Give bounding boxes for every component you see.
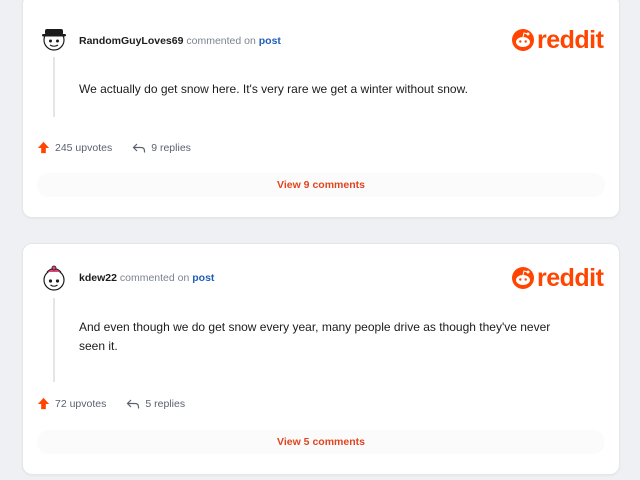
- upvote-arrow-icon: [37, 397, 50, 410]
- upvote-button[interactable]: 72 upvotes: [37, 397, 106, 410]
- comment-body: We actually do get snow here. It's very …: [79, 82, 468, 96]
- upvote-count: 245 upvotes: [55, 141, 113, 154]
- thread-line: [53, 298, 55, 382]
- reply-count: 5 replies: [145, 397, 186, 410]
- reddit-wordmark: reddit: [537, 25, 604, 54]
- upvote-arrow-icon: [37, 141, 50, 154]
- upvote-count: 72 upvotes: [55, 397, 107, 410]
- comment-body: And even though we do get snow every yea…: [79, 320, 551, 353]
- comment-card: RandomGuyLoves69 commented on post reddi…: [22, 0, 620, 218]
- reddit-logo: reddit: [511, 25, 609, 55]
- comment-header: kdew22 commented on post: [79, 272, 214, 284]
- reddit-logo: reddit: [511, 263, 609, 293]
- action-text: commented on: [119, 272, 190, 284]
- comment-actions: 245 upvotes 9 replies: [37, 141, 211, 154]
- user-avatar-icon[interactable]: [39, 263, 69, 293]
- reply-count: 9 replies: [151, 141, 191, 154]
- comment-header: RandomGuyLoves69 commented on post: [79, 35, 281, 47]
- reddit-snoo-icon: [512, 29, 534, 51]
- comment-card: kdew22 commented on post reddit And even…: [22, 243, 620, 475]
- username-link[interactable]: kdew22: [79, 272, 117, 284]
- view-comments-button[interactable]: View 5 comments: [37, 430, 605, 454]
- upvote-button[interactable]: 245 upvotes: [37, 141, 112, 154]
- user-avatar-icon[interactable]: [39, 23, 69, 53]
- post-link[interactable]: post: [259, 35, 281, 47]
- post-link[interactable]: post: [192, 272, 214, 284]
- reply-arrow-icon: [127, 399, 140, 408]
- comment-actions: 72 upvotes 5 replies: [37, 397, 205, 410]
- reddit-snoo-icon: [512, 267, 534, 289]
- replies-button[interactable]: 5 replies: [126, 398, 185, 410]
- view-comments-button[interactable]: View 9 comments: [37, 173, 605, 197]
- reddit-wordmark: reddit: [537, 263, 604, 292]
- reply-arrow-icon: [132, 143, 146, 152]
- username-link[interactable]: RandomGuyLoves69: [79, 35, 183, 47]
- action-text: commented on: [186, 35, 256, 47]
- thread-line: [53, 57, 55, 117]
- replies-button[interactable]: 9 replies: [132, 142, 191, 154]
